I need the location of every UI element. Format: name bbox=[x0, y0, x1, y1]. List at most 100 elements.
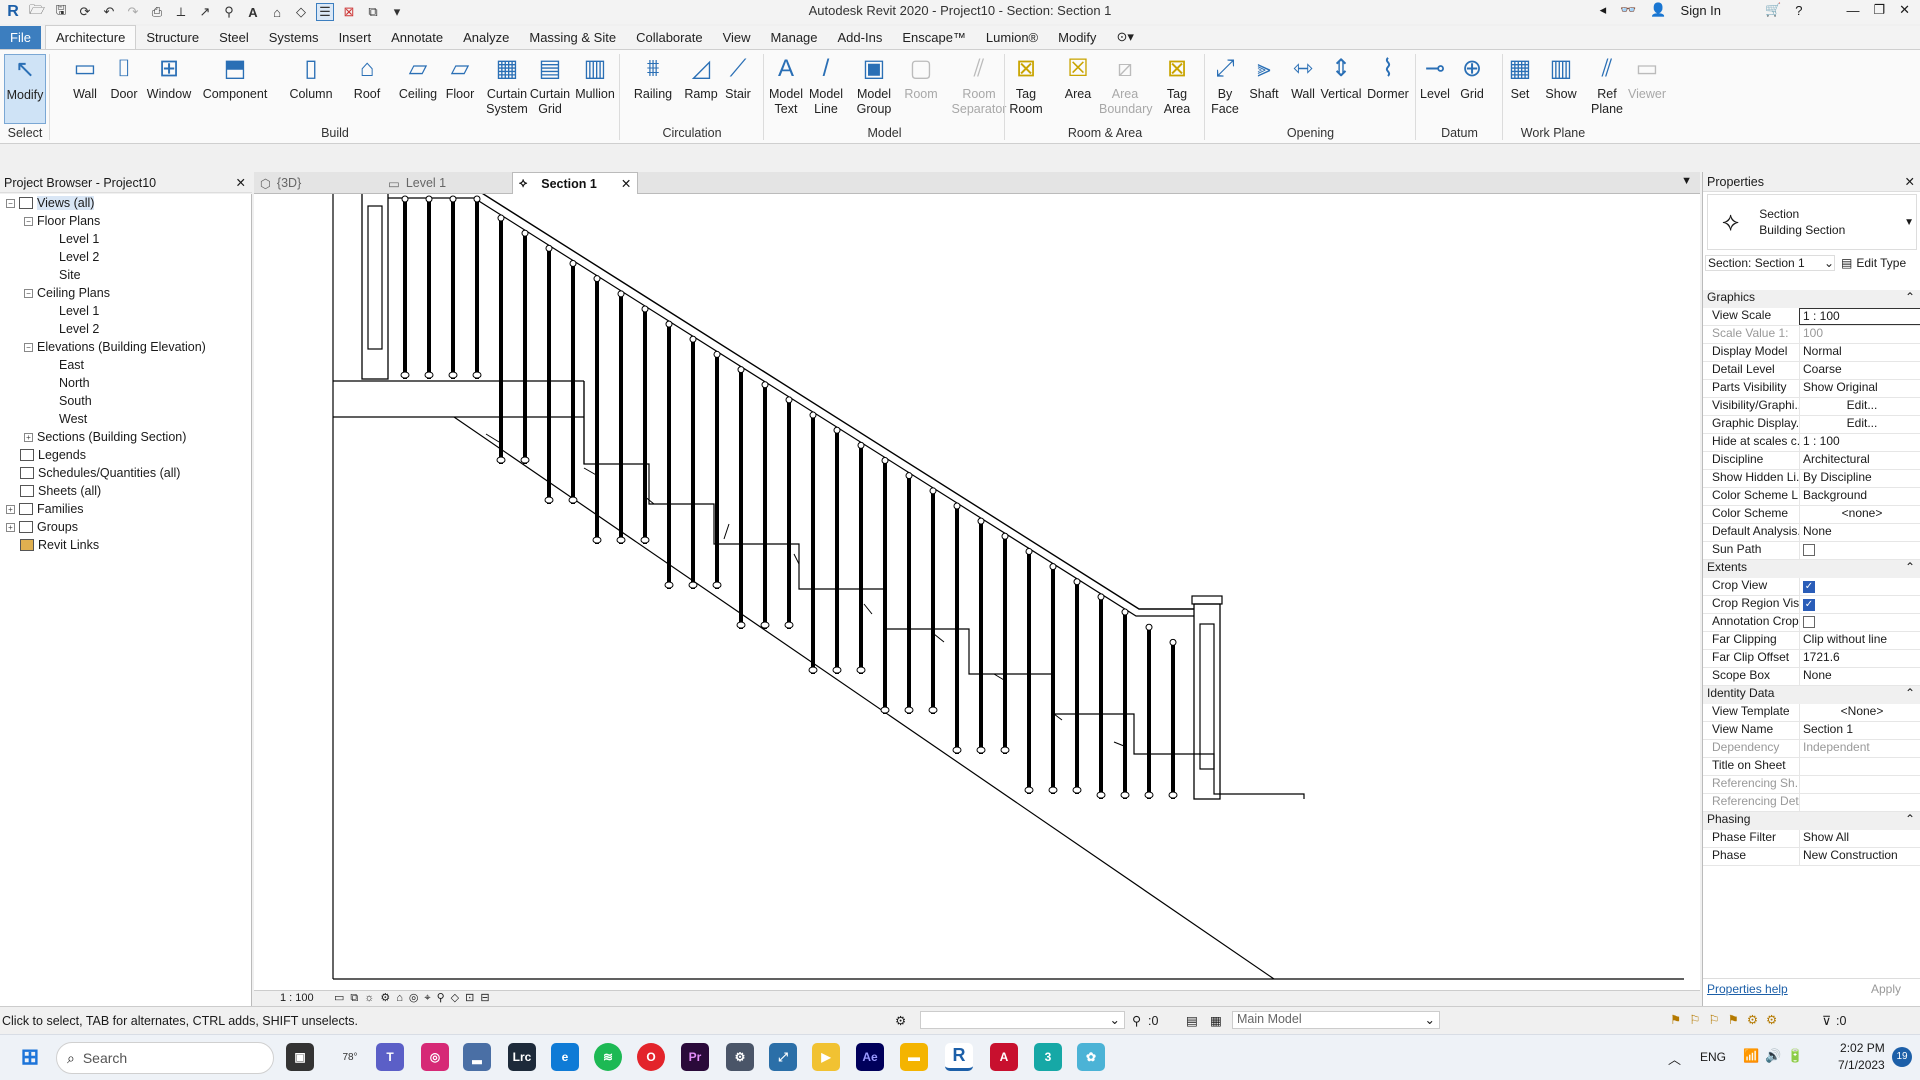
ribbon-button-railing[interactable]: ⩩ Railing bbox=[629, 54, 677, 102]
baluster-base[interactable] bbox=[400, 371, 410, 379]
weather-widget[interactable]: 78° bbox=[330, 1043, 370, 1071]
tab-modify[interactable]: Modify bbox=[1048, 26, 1106, 49]
tab-steel[interactable]: Steel bbox=[209, 26, 259, 49]
property-value[interactable]: Normal bbox=[1799, 344, 1920, 361]
teams-icon[interactable]: T bbox=[376, 1043, 404, 1071]
tree-item[interactable]: − Ceiling Plans bbox=[24, 286, 110, 300]
ribbon-button-component[interactable]: ⬒ Component bbox=[200, 54, 270, 102]
tree-item[interactable]: + Families bbox=[6, 502, 84, 516]
switch-windows-icon[interactable]: ⧉ bbox=[364, 3, 382, 21]
property-value[interactable]: Architectural bbox=[1799, 452, 1920, 469]
property-value[interactable]: New Construction bbox=[1799, 848, 1920, 865]
baluster-base[interactable] bbox=[544, 496, 554, 504]
property-value[interactable]: Background bbox=[1799, 488, 1920, 505]
baluster-base[interactable] bbox=[784, 621, 794, 629]
baluster-base[interactable] bbox=[496, 456, 506, 464]
baluster-base[interactable] bbox=[808, 666, 818, 674]
baluster-top-knob[interactable] bbox=[497, 214, 505, 222]
stringer-hatch-mark[interactable] bbox=[863, 603, 873, 615]
ribbon-button-curtain-grid[interactable]: ▤ Curtain Grid bbox=[528, 54, 572, 117]
property-value[interactable]: 1721.6 bbox=[1799, 650, 1920, 667]
open-icon[interactable]: 🗁 bbox=[28, 2, 46, 21]
tree-item[interactable]: + Groups bbox=[6, 520, 78, 534]
baluster-base[interactable] bbox=[1048, 786, 1058, 794]
view-tabs-menu-icon[interactable]: ▼ bbox=[1681, 175, 1692, 187]
ribbon-button-level[interactable]: ⊸ Level bbox=[1416, 54, 1454, 102]
baluster-top-knob[interactable] bbox=[1073, 578, 1081, 586]
property-value[interactable]: None bbox=[1799, 524, 1920, 541]
file-explorer-icon[interactable]: ▬ bbox=[900, 1043, 928, 1071]
baluster-base[interactable] bbox=[448, 371, 458, 379]
baluster-base[interactable] bbox=[1096, 791, 1106, 799]
minimize-button[interactable]: — bbox=[1846, 3, 1859, 18]
premiere-icon[interactable]: Pr bbox=[681, 1043, 709, 1071]
type-dropdown-icon[interactable]: ▼ bbox=[1904, 217, 1914, 228]
ribbon-button-window[interactable]: ⊞ Window bbox=[143, 54, 195, 102]
bottom-newel-post-cap[interactable] bbox=[1191, 595, 1223, 605]
baluster-base[interactable] bbox=[1072, 786, 1082, 794]
property-group-phasing[interactable]: Phasing ⌃ bbox=[1703, 812, 1920, 830]
baluster-base[interactable] bbox=[640, 536, 650, 544]
close-hidden-icon[interactable]: ⊠ bbox=[340, 3, 358, 21]
baluster-base[interactable] bbox=[952, 746, 962, 754]
baluster-base[interactable] bbox=[616, 536, 626, 544]
tab-insert[interactable]: Insert bbox=[329, 26, 382, 49]
baluster-top-knob[interactable] bbox=[1145, 623, 1153, 631]
redo-icon[interactable]: ↷ bbox=[124, 3, 142, 21]
property-value[interactable]: ✓ bbox=[1799, 578, 1920, 595]
ribbon-button-vertical[interactable]: ⇕ Vertical bbox=[1320, 54, 1362, 102]
app-icon-3[interactable]: ▶ bbox=[812, 1043, 840, 1071]
tree-item[interactable]: South bbox=[42, 394, 92, 408]
baluster-top-knob[interactable] bbox=[737, 366, 745, 374]
drawing-canvas[interactable] bbox=[254, 177, 1700, 990]
ribbon-button-modify[interactable]: ↖ Modify bbox=[4, 54, 46, 124]
ribbon-button-model-text[interactable]: A Model Text bbox=[764, 54, 808, 117]
ribbon-button-area[interactable]: ☒ Area bbox=[1058, 54, 1098, 102]
lightroom-icon[interactable]: Lrc bbox=[508, 1043, 536, 1071]
close-icon[interactable]: ✕ bbox=[236, 175, 246, 190]
stringer-hatch-mark[interactable] bbox=[723, 523, 730, 540]
tree-item[interactable]: Sheets (all) bbox=[20, 484, 101, 498]
workset-dropdown[interactable]: ⌄ bbox=[920, 1011, 1125, 1029]
baluster-top-knob[interactable] bbox=[569, 260, 577, 268]
autocad-icon[interactable]: A bbox=[990, 1043, 1018, 1071]
tray-chevron-icon[interactable]: ︿ bbox=[1668, 1049, 1681, 1068]
baluster-base[interactable] bbox=[832, 666, 842, 674]
property-value[interactable]: By Discipline bbox=[1799, 470, 1920, 487]
ribbon-button-room[interactable]: ▢ Room bbox=[900, 54, 942, 102]
baluster-base[interactable] bbox=[712, 581, 722, 589]
ribbon-button-tag-area[interactable]: ⊠ Tag Area bbox=[1155, 54, 1199, 117]
instance-selector[interactable]: Section: Section 1 ⌄ bbox=[1705, 255, 1835, 271]
expand-toggle-icon[interactable]: − bbox=[24, 288, 33, 298]
tree-item[interactable]: Legends bbox=[20, 448, 86, 462]
baluster-base[interactable] bbox=[664, 581, 674, 589]
baluster-base[interactable] bbox=[520, 456, 530, 464]
bottom-newel-post[interactable] bbox=[1193, 603, 1221, 800]
baluster-base[interactable] bbox=[1144, 791, 1154, 799]
tab-massing-site[interactable]: Massing & Site bbox=[519, 26, 626, 49]
ribbon-button-curtain-system[interactable]: ▦ Curtain System bbox=[485, 54, 529, 117]
tree-item[interactable]: Level 2 bbox=[42, 322, 99, 336]
tree-item[interactable]: Site bbox=[42, 268, 81, 282]
baluster-base[interactable] bbox=[424, 371, 434, 379]
baluster-base[interactable] bbox=[928, 706, 938, 714]
tab-systems[interactable]: Systems bbox=[259, 26, 329, 49]
baluster-base[interactable] bbox=[1000, 746, 1010, 754]
collapse-icon[interactable]: ⌃ bbox=[1905, 812, 1915, 830]
tree-item[interactable]: Level 1 bbox=[42, 304, 99, 318]
baluster-base[interactable] bbox=[1024, 786, 1034, 794]
tab-file[interactable]: File bbox=[0, 26, 41, 49]
tree-item[interactable]: North bbox=[42, 376, 90, 390]
tree-item[interactable]: Level 1 bbox=[42, 232, 99, 246]
notification-badge[interactable]: 19 bbox=[1892, 1047, 1912, 1067]
ribbon-button-door[interactable]: ⌷ Door bbox=[107, 54, 141, 102]
property-value[interactable]: Edit... bbox=[1799, 416, 1920, 433]
ribbon-minimize-icon[interactable]: ⊙▾ bbox=[1106, 25, 1143, 49]
expand-toggle-icon[interactable]: + bbox=[6, 522, 15, 532]
back-arrow-icon[interactable]: ◂ bbox=[1600, 2, 1607, 18]
tray-status-icons[interactable]: 📶🔊🔋 bbox=[1743, 1048, 1810, 1064]
view-controls-icons[interactable]: ▭⧉☼⚙⌂◎⌖⚲◇⊡⊟ bbox=[334, 991, 496, 1005]
baluster-base[interactable] bbox=[568, 496, 578, 504]
baluster-top-knob[interactable] bbox=[665, 320, 673, 328]
expand-toggle-icon[interactable]: + bbox=[24, 432, 33, 442]
